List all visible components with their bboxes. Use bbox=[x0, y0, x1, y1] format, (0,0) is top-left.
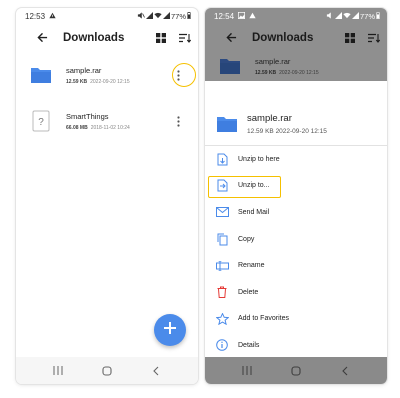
folder-icon bbox=[30, 64, 52, 86]
back-nav-icon[interactable] bbox=[147, 364, 165, 378]
sheet-file-name: sample.rar bbox=[247, 112, 292, 124]
sheet-header: sample.rar 12.59 KB 2022-09-20 12:15 bbox=[205, 102, 387, 146]
dimmed-file-row: sample.rar 12.59 KB 2022-09-20 12:15 bbox=[205, 51, 387, 81]
signal-mute-icon bbox=[334, 11, 342, 21]
file-date: 2022-09-20 12:15 bbox=[90, 78, 130, 85]
status-time: 12:53 bbox=[25, 11, 46, 21]
menu-label: Rename bbox=[238, 262, 265, 270]
star-icon bbox=[215, 312, 229, 326]
menu-details[interactable]: Details bbox=[205, 332, 387, 359]
battery-percent: 77% bbox=[359, 11, 375, 21]
wifi-icon bbox=[343, 12, 351, 21]
menu-copy[interactable]: Copy bbox=[205, 226, 387, 253]
plus-icon bbox=[163, 321, 177, 340]
unzip-here-icon bbox=[215, 152, 229, 166]
file-actions-sheet: sample.rar 12.59 KB 2022-09-20 12:15 Unz… bbox=[205, 102, 387, 357]
system-nav-bar bbox=[205, 357, 387, 384]
battery-icon bbox=[187, 11, 191, 21]
signal-icon bbox=[162, 11, 170, 21]
page-title: Downloads bbox=[252, 31, 314, 44]
file-row-sample-rar[interactable]: sample.rar 12.59 KB 2022-09-20 12:15 bbox=[16, 51, 198, 99]
recent-apps-icon[interactable] bbox=[49, 364, 67, 378]
rename-icon bbox=[215, 259, 229, 273]
menu-add-to-favorites[interactable]: Add to Favorites bbox=[205, 306, 387, 333]
wifi-icon bbox=[154, 12, 162, 21]
menu-label: Unzip to here bbox=[238, 155, 280, 163]
right-screen: 12:54 77% Downloads sample.rar 12.59 KB … bbox=[205, 8, 387, 384]
menu-label: Add to Favorites bbox=[238, 315, 289, 323]
mute-icon bbox=[326, 11, 334, 21]
folder-icon bbox=[219, 55, 241, 77]
mail-icon bbox=[215, 205, 229, 219]
file-row-smartthings[interactable]: ? SmartThings 66.08 MB 2018-11-02 10:24 bbox=[16, 99, 198, 143]
file-name: sample.rar bbox=[255, 56, 291, 66]
menu-delete[interactable]: Delete bbox=[205, 279, 387, 306]
battery-icon bbox=[376, 11, 380, 21]
menu-unzip-here[interactable]: Unzip to here bbox=[205, 146, 387, 173]
app-bar: Downloads bbox=[205, 24, 387, 51]
page-title: Downloads bbox=[63, 31, 125, 44]
file-size: 12.59 KB bbox=[255, 69, 277, 76]
grid-view-icon[interactable] bbox=[154, 31, 168, 45]
copy-icon bbox=[215, 232, 229, 246]
back-arrow-icon[interactable] bbox=[35, 31, 49, 45]
signal-mute-icon bbox=[145, 11, 153, 21]
menu-label: Delete bbox=[238, 288, 259, 296]
system-nav-bar bbox=[16, 357, 198, 384]
svg-text:?: ? bbox=[38, 117, 44, 128]
mute-icon bbox=[137, 11, 145, 21]
menu-label: Send Mail bbox=[238, 208, 270, 216]
file-size: 12.59 KB bbox=[66, 78, 88, 85]
menu-unzip-to[interactable]: Unzip to... bbox=[205, 173, 387, 200]
menu-label: Details bbox=[238, 341, 260, 349]
more-options-icon[interactable] bbox=[168, 111, 188, 131]
folder-icon bbox=[216, 113, 238, 135]
sort-icon[interactable] bbox=[367, 31, 381, 45]
file-date: 2022-09-20 12:15 bbox=[279, 69, 319, 76]
back-nav-icon[interactable] bbox=[336, 364, 354, 378]
back-arrow-icon[interactable] bbox=[224, 31, 238, 45]
app-bar: Downloads bbox=[16, 24, 198, 51]
file-size: 66.08 MB bbox=[66, 124, 88, 131]
home-icon[interactable] bbox=[98, 364, 116, 378]
left-screen: 12:53 77% Downloads sample.rar 12.59 KB … bbox=[16, 8, 198, 384]
sheet-file-date: 2022-09-20 12:15 bbox=[275, 127, 327, 135]
more-options-highlight bbox=[172, 63, 196, 87]
menu-rename[interactable]: Rename bbox=[205, 252, 387, 279]
menu-label: Copy bbox=[238, 235, 255, 243]
unzip-to-highlight bbox=[208, 175, 281, 198]
menu-send-mail[interactable]: Send Mail bbox=[205, 199, 387, 226]
info-icon bbox=[215, 338, 229, 352]
add-button[interactable] bbox=[154, 314, 186, 346]
gallery-icon bbox=[238, 11, 246, 21]
recent-apps-icon[interactable] bbox=[238, 364, 256, 378]
battery-percent: 77% bbox=[170, 11, 186, 21]
status-time: 12:54 bbox=[214, 11, 235, 21]
warning-icon bbox=[49, 12, 56, 21]
delete-icon bbox=[215, 285, 229, 299]
file-date: 2018-11-02 10:24 bbox=[90, 124, 130, 131]
grid-view-icon[interactable] bbox=[343, 31, 357, 45]
status-bar: 12:53 77% bbox=[16, 8, 198, 24]
unknown-file-icon: ? bbox=[30, 110, 52, 132]
sort-icon[interactable] bbox=[178, 31, 192, 45]
warning-icon bbox=[249, 12, 256, 21]
signal-icon bbox=[351, 11, 359, 21]
status-bar: 12:54 77% bbox=[205, 8, 387, 24]
sheet-file-size: 12.59 KB bbox=[247, 127, 274, 135]
home-icon[interactable] bbox=[287, 364, 305, 378]
